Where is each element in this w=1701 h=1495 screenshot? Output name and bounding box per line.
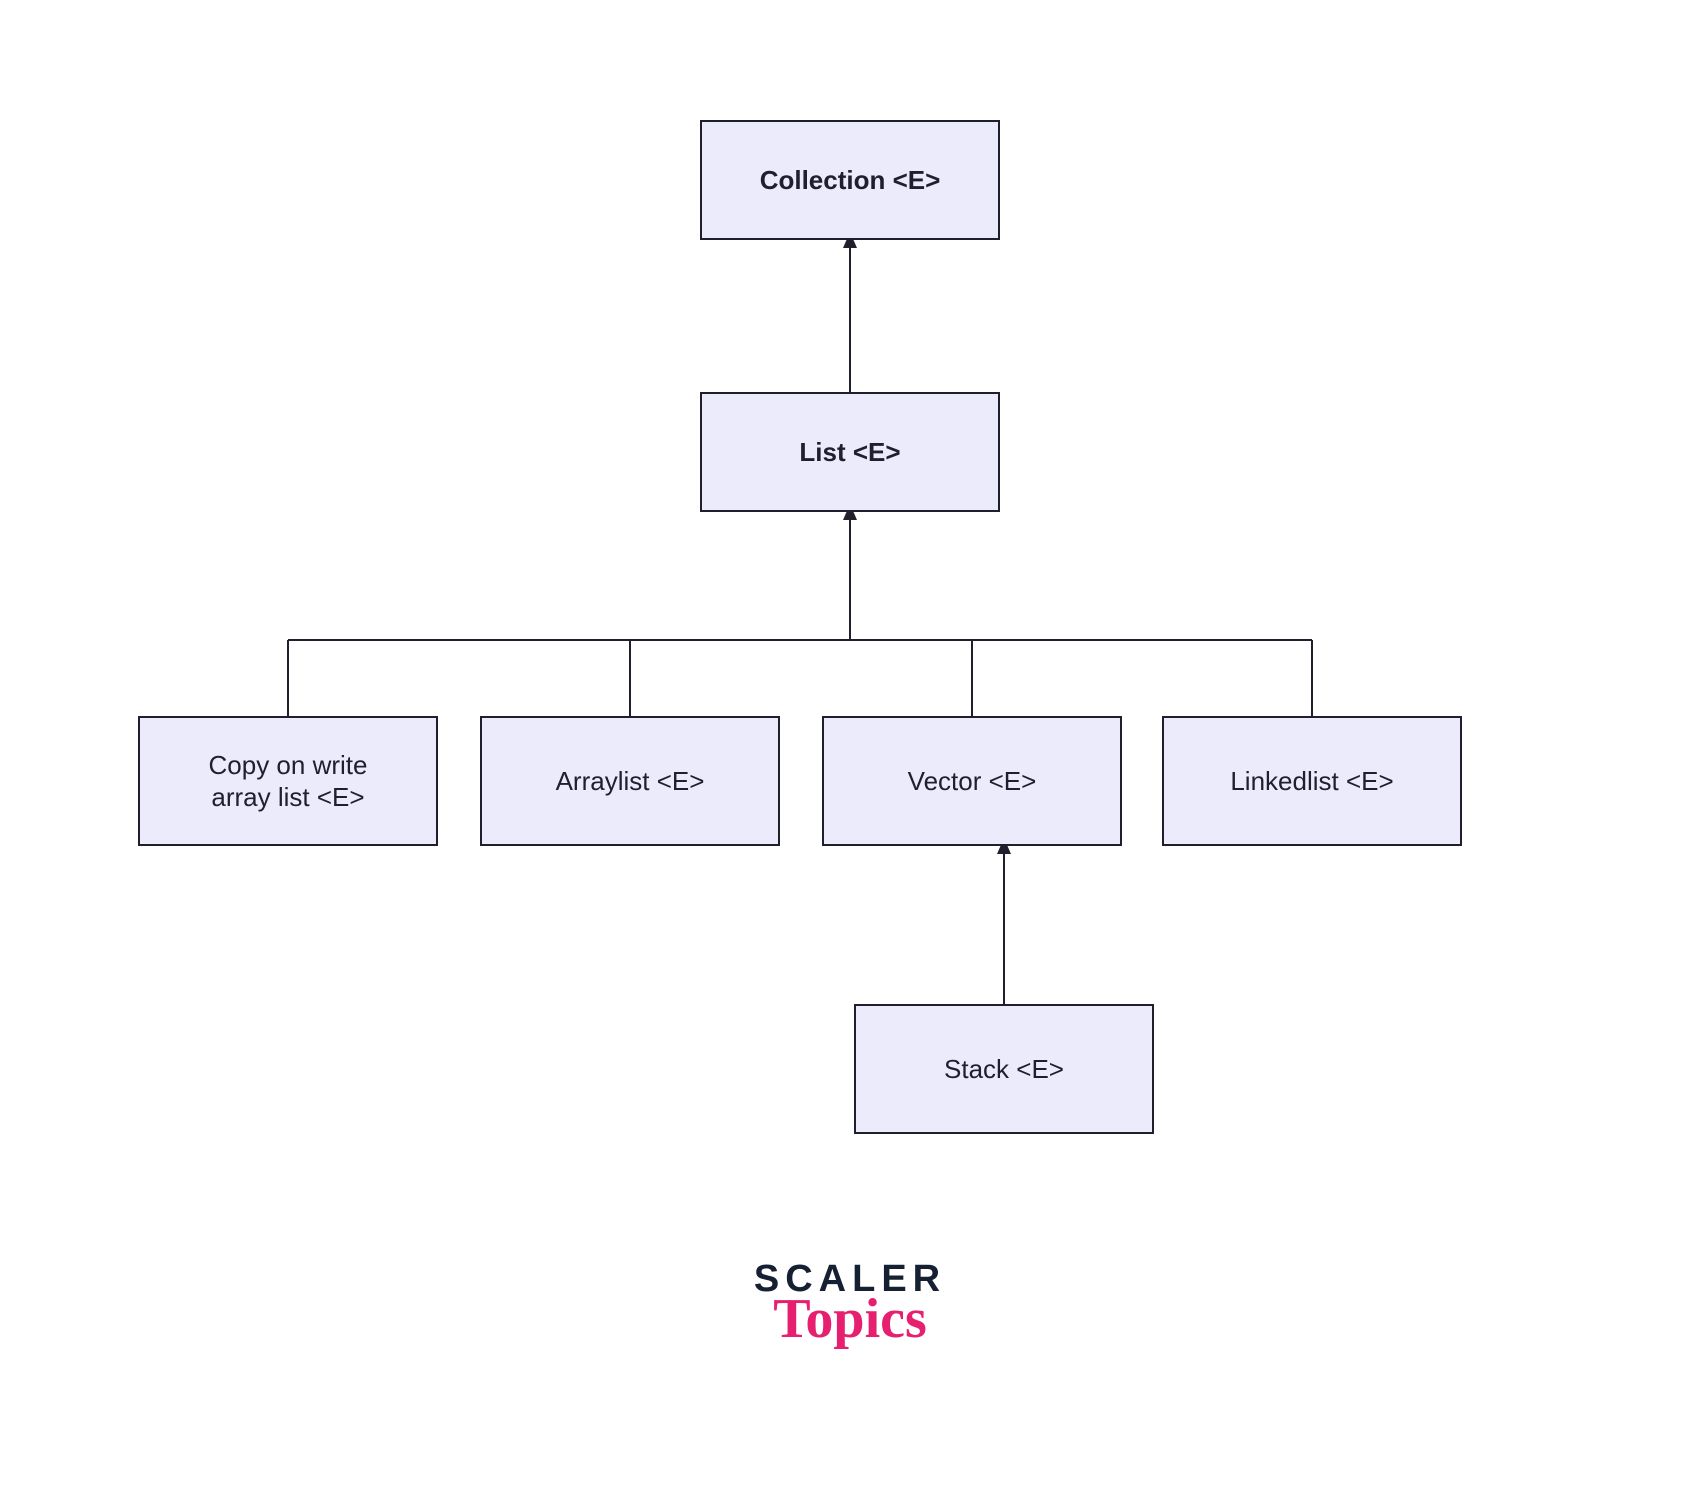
- scaler-topics-logo: SCALER Topics: [700, 1258, 1000, 1351]
- node-stack: Stack <E>: [854, 1004, 1154, 1134]
- node-copy-on-write-arraylist: Copy on write array list <E>: [138, 716, 438, 846]
- node-label: List <E>: [799, 436, 900, 469]
- node-collection: Collection <E>: [700, 120, 1000, 240]
- node-label: Vector <E>: [908, 765, 1037, 798]
- node-label: Collection <E>: [760, 164, 941, 197]
- logo-topics-text: Topics: [700, 1287, 1000, 1351]
- node-label: Copy on write array list <E>: [209, 749, 368, 814]
- node-list: List <E>: [700, 392, 1000, 512]
- diagram-canvas: Collection <E> List <E> Copy on write ar…: [0, 0, 1701, 1495]
- node-label: Stack <E>: [944, 1053, 1064, 1086]
- node-arraylist: Arraylist <E>: [480, 716, 780, 846]
- node-vector: Vector <E>: [822, 716, 1122, 846]
- node-label: Arraylist <E>: [556, 765, 705, 798]
- node-label: Linkedlist <E>: [1230, 765, 1393, 798]
- node-linkedlist: Linkedlist <E>: [1162, 716, 1462, 846]
